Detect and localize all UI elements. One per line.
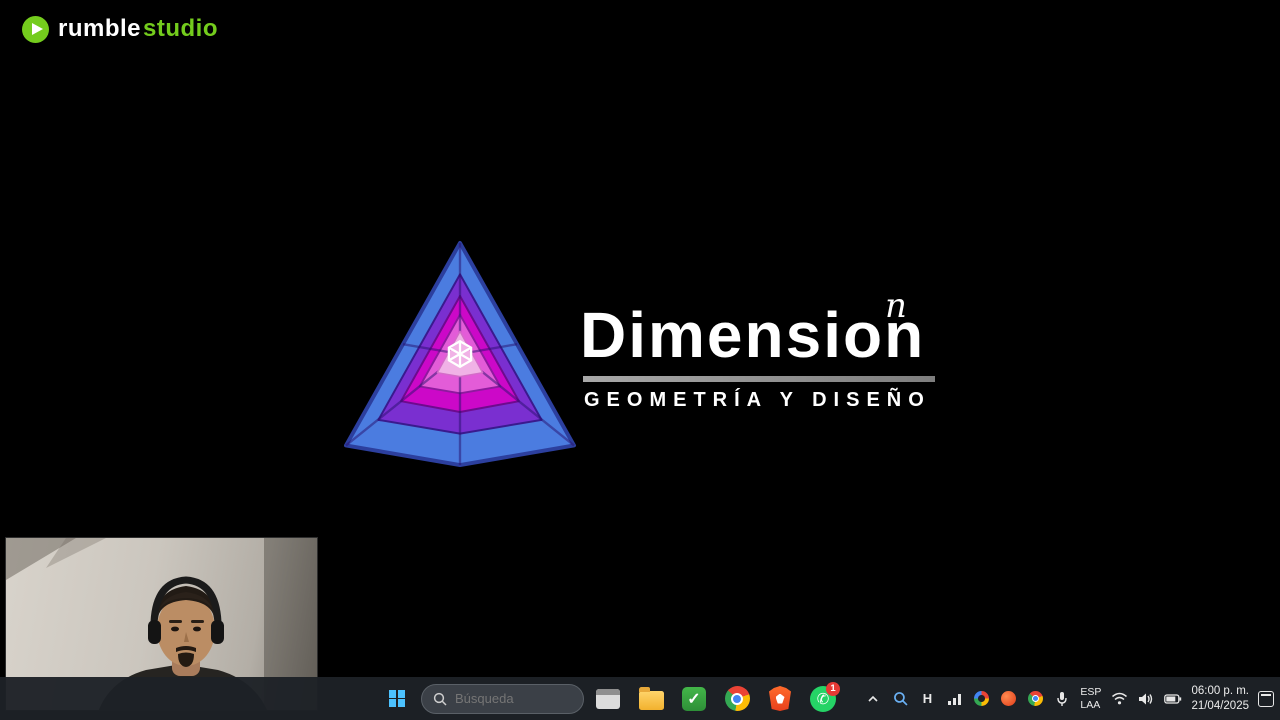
start-button[interactable] xyxy=(378,680,416,718)
folder-icon xyxy=(638,687,664,710)
taskbar-app-chrome[interactable] xyxy=(718,680,756,718)
h-app-icon: H xyxy=(922,691,933,706)
search-input[interactable] xyxy=(455,691,565,706)
checkmark-app-icon: ✓ xyxy=(682,686,706,711)
volume-button[interactable] xyxy=(1137,688,1155,710)
taskbar-search[interactable] xyxy=(421,683,584,714)
chevron-up-icon xyxy=(868,695,878,702)
wifi-button[interactable] xyxy=(1110,688,1128,710)
tray-search-app[interactable] xyxy=(891,688,909,710)
tray-microphone[interactable] xyxy=(1053,688,1071,710)
windows-logo-icon xyxy=(388,690,406,707)
date-text: 21/04/2025 xyxy=(1191,699,1249,712)
brand-name: rumble xyxy=(58,15,142,42)
battery-icon xyxy=(1164,693,1182,704)
wifi-icon xyxy=(1111,692,1127,705)
speaker-icon xyxy=(1139,693,1153,704)
time-text: 06:00 p. m. xyxy=(1191,684,1249,697)
taskbar-app-check[interactable]: ✓ xyxy=(675,680,713,718)
brand-suffix: studio xyxy=(143,15,219,42)
tray-stats-app[interactable] xyxy=(945,688,963,710)
search-icon xyxy=(433,692,447,706)
logo-title: Dimension n xyxy=(580,289,940,367)
tray-chrome-app[interactable] xyxy=(1026,688,1044,710)
taskbar-app-brave[interactable] xyxy=(761,680,799,718)
notification-center-button[interactable] xyxy=(1258,690,1274,707)
google-icon xyxy=(973,691,989,706)
whatsapp-badge: 1 xyxy=(826,681,840,696)
orange-dot-icon xyxy=(1000,691,1016,706)
logo-exponent: n xyxy=(885,286,907,326)
radar-triangle-icon xyxy=(344,240,576,468)
magnifier-icon xyxy=(893,692,908,706)
taskbar-app-whatsapp[interactable]: ✆ 1 xyxy=(804,680,842,718)
dimension-logo-emblem xyxy=(342,238,578,475)
taskbar-center-group: ✓ ✆ 1 xyxy=(378,677,842,720)
language-bottom: LAA xyxy=(1080,698,1101,711)
language-top: ESP xyxy=(1080,685,1102,698)
window-app-icon xyxy=(596,688,620,709)
logo-title-main: Dimensio xyxy=(580,299,885,371)
brave-icon xyxy=(769,686,791,711)
bar-chart-icon xyxy=(947,693,961,705)
dimension-wordmark: Dimension n GEOMETRÍA Y DISEÑO xyxy=(580,289,940,412)
logo-divider-line xyxy=(583,376,935,382)
clock[interactable]: 06:00 p. m. 21/04/2025 xyxy=(1191,684,1249,714)
battery-button[interactable] xyxy=(1164,688,1182,710)
tray-orange-app[interactable] xyxy=(999,688,1017,710)
taskbar-app-window[interactable] xyxy=(589,680,627,718)
taskbar-app-explorer[interactable] xyxy=(632,680,670,718)
language-indicator[interactable]: ESP LAA xyxy=(1080,686,1101,711)
logo-subtitle: GEOMETRÍA Y DISEÑO xyxy=(584,389,931,411)
chrome-icon xyxy=(724,686,750,711)
tray-h-app[interactable]: H xyxy=(918,688,936,710)
rumble-play-icon xyxy=(22,15,49,43)
chrome-tray-icon xyxy=(1027,691,1043,706)
rumble-studio-logo: rumblestudio xyxy=(22,15,218,43)
tray-google-app[interactable] xyxy=(972,688,990,710)
windows-taskbar: ✓ ✆ 1 H xyxy=(0,677,1280,720)
tray-overflow-button[interactable] xyxy=(864,688,882,710)
system-tray: H ESP LAA 06:00 p. m. 21/04/2025 xyxy=(864,677,1274,720)
microphone-icon xyxy=(1057,691,1068,706)
